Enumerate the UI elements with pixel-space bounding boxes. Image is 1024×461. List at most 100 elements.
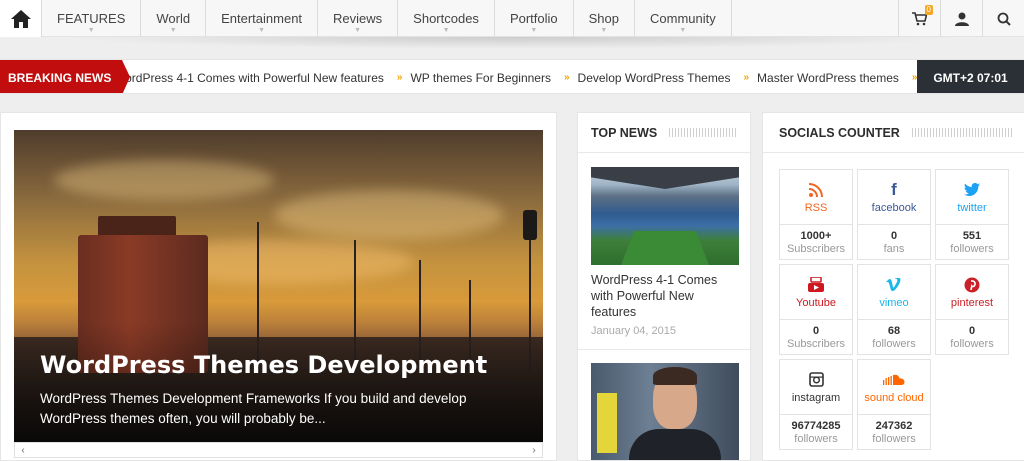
social-count: 551 [962, 230, 982, 242]
social-name: sound cloud [864, 391, 924, 404]
social-unit: Subscribers [786, 243, 846, 255]
top-news-widget: TOP NEWS WordPress 4-1 Comes with Powerf… [577, 112, 751, 461]
social-counter-soundcloud[interactable]: sound cloud 247362 followers [857, 359, 931, 450]
nav-item-label: Community [650, 11, 716, 26]
news-date: January 04, 2015 [591, 325, 677, 337]
youtube-icon [807, 276, 825, 294]
search-icon [997, 12, 1011, 26]
rss-icon [809, 181, 823, 199]
social-counter-facebook[interactable]: f facebook 0 fans [857, 169, 931, 260]
breaking-news-item[interactable]: » WP themes For Beginners [397, 71, 551, 85]
breaking-news-link[interactable]: Develop WordPress Themes [578, 71, 731, 85]
socials-counter-widget: SOCIALS COUNTER RSS 1000+ Subscribers f … [762, 112, 1024, 461]
social-unit: followers [872, 433, 916, 445]
slider-scrollbar[interactable]: ‹ › [14, 442, 543, 458]
breaking-news-item[interactable]: WordPress 4-1 Comes with Powerful New fe… [122, 71, 384, 85]
social-unit: followers [794, 433, 838, 445]
chevron-down-icon: ▼ [354, 27, 362, 34]
social-name: Youtube [796, 296, 836, 309]
nav-item-shortcodes[interactable]: Shortcodes ▼ [398, 0, 495, 37]
social-name: instagram [791, 391, 841, 404]
social-unit: followers [872, 338, 916, 350]
nav-tools: 0 [898, 0, 1024, 37]
social-name: RSS [804, 201, 828, 214]
social-unit: followers [950, 338, 994, 350]
social-name: facebook [871, 201, 917, 214]
vimeo-icon [886, 276, 902, 294]
social-name: vimeo [879, 296, 909, 309]
social-count: 68 [887, 325, 901, 337]
facebook-icon: f [891, 179, 897, 199]
social-counter-rss[interactable]: RSS 1000+ Subscribers [779, 169, 853, 260]
breaking-news-bar: BREAKING NEWS WordPress 4-1 Comes with P… [0, 59, 1024, 94]
featured-excerpt: WordPress Themes Development Frameworks … [40, 391, 467, 426]
header-stripes [669, 128, 738, 137]
widget-title: TOP NEWS [591, 125, 658, 140]
user-icon [954, 12, 969, 26]
news-title[interactable]: WordPress 4-1 Comes with Powerful New fe… [591, 272, 741, 320]
chevron-down-icon: ▼ [87, 27, 95, 34]
nav-item-label: FEATURES [57, 11, 126, 26]
chevron-down-icon: ▼ [600, 27, 608, 34]
news-thumbnail[interactable] [591, 363, 739, 460]
breaking-news-label: BREAKING NEWS [0, 60, 130, 93]
breaking-news-ticker: WordPress 4-1 Comes with Powerful New fe… [122, 60, 917, 93]
login-button[interactable] [940, 0, 982, 37]
nav-shadow [60, 37, 964, 49]
cart-count-badge: 0 [924, 5, 933, 15]
home-button[interactable] [0, 0, 42, 37]
nav-item-world[interactable]: World ▼ [141, 0, 207, 37]
chevron-down-icon: ▼ [679, 27, 687, 34]
breaking-news-item[interactable]: » Develop WordPress Themes [564, 71, 731, 85]
social-name: pinterest [950, 296, 994, 309]
chevron-down-icon: ▼ [169, 27, 177, 34]
header-stripes [911, 128, 1012, 137]
chevron-left-icon[interactable]: ‹ [15, 443, 31, 457]
divider [578, 349, 750, 350]
double-chevron-right-icon: » [563, 72, 570, 83]
breaking-news-link[interactable]: Master WordPress themes [757, 71, 899, 85]
nav-item-community[interactable]: Community ▼ [635, 0, 732, 37]
breaking-news-link[interactable]: WordPress 4-1 Comes with Powerful New fe… [122, 71, 384, 85]
double-chevron-right-icon: » [743, 72, 750, 83]
widget-title: SOCIALS COUNTER [779, 125, 900, 140]
featured-slide[interactable]: WordPress Themes Development WordPress T… [14, 130, 543, 442]
social-count: 0 [812, 325, 820, 337]
news-thumbnail[interactable] [591, 167, 739, 265]
nav-item-label: Shop [588, 11, 620, 26]
social-unit: Subscribers [786, 338, 846, 350]
nav-item-label: Portfolio [509, 11, 558, 26]
nav-item-entertainment[interactable]: Entertainment ▼ [206, 0, 319, 37]
social-counter-twitter[interactable]: twitter 551 followers [935, 169, 1009, 260]
social-unit: followers [950, 243, 994, 255]
featured-title[interactable]: WordPress Themes Development [40, 351, 487, 379]
twitter-icon [964, 181, 980, 199]
social-counter-pinterest[interactable]: pinterest 0 followers [935, 264, 1009, 355]
chevron-right-icon[interactable]: › [526, 443, 542, 457]
social-unit: fans [883, 243, 905, 255]
instagram-icon [808, 371, 824, 389]
nav-item-features[interactable]: FEATURES ▼ [42, 0, 142, 37]
soundcloud-icon [883, 371, 905, 389]
social-count: 96774285 [791, 420, 841, 432]
cart-button[interactable]: 0 [898, 0, 940, 37]
nav-item-label: World [156, 11, 191, 26]
breaking-news-link[interactable]: WP themes For Beginners [410, 71, 551, 85]
nav-item-portfolio[interactable]: Portfolio ▼ [495, 0, 574, 37]
search-button[interactable] [982, 0, 1024, 37]
social-count: 0 [890, 230, 898, 242]
social-counter-youtube[interactable]: Youtube 0 Subscribers [779, 264, 853, 355]
nav-item-label: Reviews [333, 11, 383, 26]
social-name: twitter [957, 201, 987, 214]
widget-header: SOCIALS COUNTER [763, 113, 1024, 153]
featured-slider: WordPress Themes Development WordPress T… [0, 112, 557, 461]
nav-item-shop[interactable]: Shop ▼ [574, 0, 636, 37]
nav-item-reviews[interactable]: Reviews ▼ [318, 0, 399, 37]
social-count: 0 [968, 325, 976, 337]
main-nav: FEATURES ▼ World ▼ Entertainment ▼ Reviews ▼… [0, 0, 1024, 37]
social-counter-vimeo[interactable]: vimeo 68 followers [857, 264, 931, 355]
home-icon [10, 9, 31, 28]
breaking-news-item[interactable]: » Master WordPress themes [743, 71, 898, 85]
social-counter-instagram[interactable]: instagram 96774285 followers [779, 359, 853, 450]
socials-grid: RSS 1000+ Subscribers f facebook 0 fans … [779, 169, 1019, 450]
